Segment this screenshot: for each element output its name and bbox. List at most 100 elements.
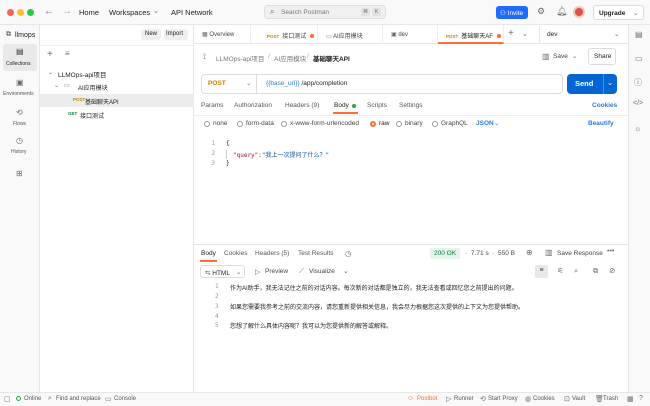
vault-button[interactable]: Vault xyxy=(572,396,585,402)
info-icon[interactable]: ⓘ xyxy=(634,77,642,88)
new-button[interactable]: New xyxy=(141,29,161,40)
globe-icon[interactable]: ⊕ xyxy=(526,248,533,257)
chevron-down-icon[interactable]: ⌄ xyxy=(572,52,577,60)
status-badge[interactable]: 200 OK xyxy=(430,248,460,259)
rail-item-collections[interactable]: ▤ Collections xyxy=(3,44,37,71)
tab-headers[interactable]: Headers (9) xyxy=(285,102,319,109)
plus-icon[interactable]: + xyxy=(508,28,514,39)
apps-icon[interactable]: ⊞ xyxy=(16,169,23,178)
chevron-down-icon[interactable]: ⌄ xyxy=(54,82,59,89)
radio-form-data[interactable] xyxy=(237,121,243,127)
sidebar-toggle-icon[interactable]: ▢ xyxy=(4,395,11,403)
tab-params[interactable]: Params xyxy=(201,102,223,109)
nav-workspaces[interactable]: Workspaces xyxy=(109,8,150,17)
tab-authorization[interactable]: Authorization xyxy=(234,102,272,109)
tab-folder[interactable]: ▭ AI应用模块 xyxy=(318,25,383,44)
response-tab-cookies[interactable]: Cookies xyxy=(224,250,247,257)
collection-name[interactable]: LLMOps-api项目 xyxy=(58,69,106,79)
rail-item-flows[interactable]: ⟲ Flows xyxy=(3,107,37,132)
nav-api-network[interactable]: API Network xyxy=(171,8,213,17)
raw-format-select[interactable]: JSON xyxy=(476,120,494,127)
trash-button[interactable]: Trash xyxy=(603,396,618,402)
chevron-down-icon[interactable]: ⌄ xyxy=(48,69,53,76)
url-input[interactable]: {{base_url}} /app/completion xyxy=(262,75,562,93)
invite-button[interactable]: ⚇ Invite xyxy=(496,6,528,19)
search-icon[interactable]: ⌕ xyxy=(574,266,578,276)
bell-icon[interactable]: 🔔︎ xyxy=(556,6,567,17)
request-body-editor[interactable]: 1 { 2 "query":"我上一次提问了什么？" 3 } xyxy=(201,140,621,235)
code-snippet-icon[interactable]: </> xyxy=(633,100,643,107)
breadcrumb-folder[interactable]: AI应用模块 xyxy=(274,53,306,63)
postbot-button[interactable]: Postbot xyxy=(417,396,437,402)
tab-request[interactable]: POST 接口测试 xyxy=(251,25,318,44)
zoom-window-button[interactable] xyxy=(27,9,34,16)
console-button[interactable]: Console xyxy=(114,396,136,402)
radio-graphql[interactable] xyxy=(432,121,438,127)
tab-active-request[interactable]: POST 基础聊天AF xyxy=(438,25,504,44)
radio-binary[interactable] xyxy=(396,121,402,127)
nav-home[interactable]: Home xyxy=(79,8,99,17)
comments-icon[interactable]: ▭ xyxy=(635,54,643,63)
wrap-lines-icon[interactable]: ≡ xyxy=(535,265,548,278)
runner-button[interactable]: Runner xyxy=(454,396,474,402)
layout-icon[interactable]: ▦ xyxy=(627,395,634,403)
filter-icon[interactable]: ⚟ xyxy=(557,266,564,275)
response-tab-body[interactable]: Body xyxy=(201,250,216,257)
preview-button[interactable]: Preview xyxy=(265,268,288,275)
method-select[interactable]: POST ⌄ xyxy=(202,75,257,93)
upgrade-button[interactable]: Upgrade ⌄ xyxy=(593,5,644,20)
chevron-down-icon[interactable]: ⌄ xyxy=(343,267,349,275)
more-icon[interactable]: ••• xyxy=(607,248,614,255)
online-status[interactable]: Online xyxy=(24,396,41,402)
back-arrow-icon[interactable]: ← xyxy=(44,6,54,17)
import-button[interactable]: Import xyxy=(164,29,188,40)
rail-item-environments[interactable]: ▣ Environments xyxy=(3,77,37,102)
save-response-button[interactable]: Save Response xyxy=(557,250,603,257)
cookies-link[interactable]: Cookies xyxy=(592,102,617,109)
beautify-link[interactable]: Beautify xyxy=(588,120,614,127)
tab-overview[interactable]: ▦ Overview xyxy=(194,25,251,44)
cookies-button[interactable]: Cookies xyxy=(533,396,555,402)
visualize-button[interactable]: Visualize xyxy=(309,268,335,275)
close-window-button[interactable] xyxy=(7,9,14,16)
response-time[interactable]: 7.71 s xyxy=(471,250,489,257)
gear-icon[interactable]: ⚙ xyxy=(537,6,545,17)
response-tab-headers[interactable]: Headers (5) xyxy=(255,250,289,257)
documentation-icon[interactable]: ▤ xyxy=(635,30,643,39)
response-size[interactable]: 550 B xyxy=(498,250,515,257)
share-button[interactable]: Share xyxy=(588,48,616,65)
copy-icon[interactable]: ⧉ xyxy=(593,266,598,276)
radio-urlencoded[interactable] xyxy=(281,121,287,127)
tab-body[interactable]: Body xyxy=(334,102,349,109)
radio-none[interactable] xyxy=(204,121,210,127)
forward-arrow-icon[interactable]: → xyxy=(62,6,72,17)
lightbulb-icon[interactable]: ☼ xyxy=(634,124,641,133)
tab-settings[interactable]: Settings xyxy=(399,102,423,109)
chevron-down-icon[interactable]: ⌄ xyxy=(153,7,159,15)
tree-item-active[interactable]: POST 基础聊天API xyxy=(40,94,194,107)
clear-icon[interactable]: ⊘ xyxy=(609,266,615,275)
workspace-name[interactable]: llmops xyxy=(15,32,35,39)
send-button[interactable]: Send ⌄ xyxy=(567,74,617,94)
response-body[interactable]: 1 作为AI助手，我无法记住之前的对话内容。每次新的对话都是独立的，我无法查看或… xyxy=(201,283,621,343)
minimize-window-button[interactable] xyxy=(17,9,24,16)
chevron-down-icon[interactable]: ⌄ xyxy=(522,30,528,38)
search-bar[interactable]: ⌕ Search Postman ⌘ K xyxy=(264,5,386,19)
plus-icon[interactable]: + xyxy=(47,49,53,60)
radio-raw-selected[interactable] xyxy=(370,121,376,127)
history-icon[interactable]: ◷ xyxy=(345,249,352,258)
environment-select[interactable]: dev ⌄ xyxy=(539,26,627,43)
avatar[interactable] xyxy=(573,6,585,18)
response-tab-test-results[interactable]: Test Results xyxy=(298,250,333,257)
tab-scripts[interactable]: Scripts xyxy=(367,102,387,109)
rail-item-history[interactable]: ◷ History xyxy=(3,135,37,160)
find-replace-button[interactable]: Find and replace xyxy=(56,396,101,402)
save-button[interactable]: Save xyxy=(553,53,568,60)
folder-name[interactable]: AI应用模块 xyxy=(78,83,108,92)
tree-item[interactable]: GET 接口测试 xyxy=(40,108,194,121)
start-proxy-button[interactable]: Start Proxy xyxy=(488,396,518,402)
filter-icon[interactable]: ≡ xyxy=(65,49,70,58)
response-format-select[interactable]: ⇆ HTML ⌄ xyxy=(200,265,245,278)
tab-environment[interactable]: ▣ dev xyxy=(383,25,438,44)
help-icon[interactable]: ? xyxy=(639,395,643,402)
